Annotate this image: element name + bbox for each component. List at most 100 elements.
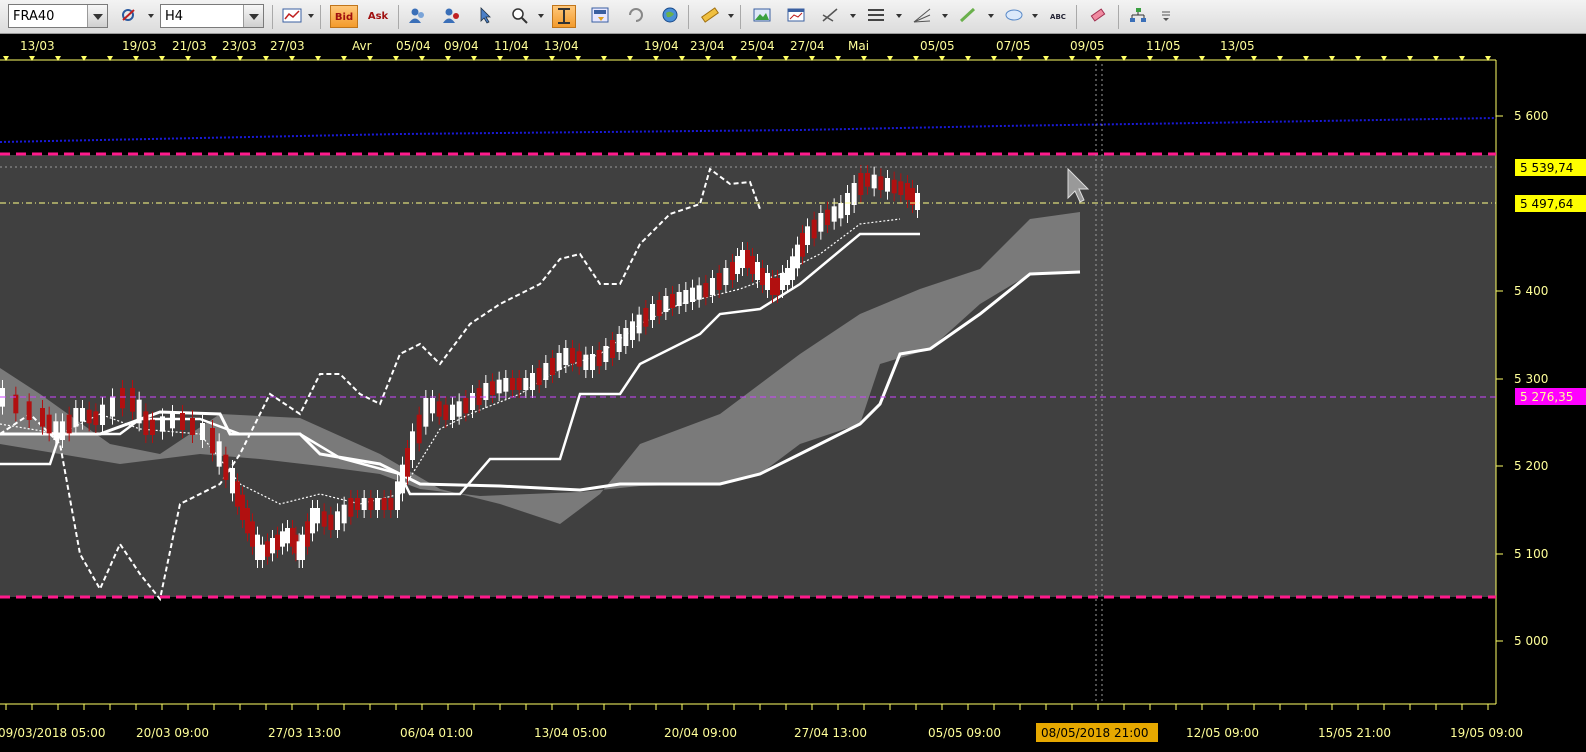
- candle-body: [891, 179, 897, 194]
- bottom-axis-label: 06/04 01:00: [400, 726, 473, 740]
- candle-body: [858, 173, 864, 195]
- candle-body: [210, 428, 215, 454]
- instrument-icon[interactable]: [118, 5, 142, 28]
- candle-body: [636, 314, 642, 334]
- candle-body: [381, 498, 387, 510]
- candle-body: [556, 353, 562, 370]
- hierarchy-icon[interactable]: [1126, 5, 1150, 28]
- candle-body: [26, 401, 32, 420]
- candle-body: [130, 388, 135, 412]
- candle-body: [341, 504, 347, 524]
- candle-body: [275, 534, 280, 550]
- timeframe-select[interactable]: H4: [160, 4, 264, 28]
- text-icon[interactable]: ABC: [1046, 5, 1070, 28]
- top-axis-label: 23/03: [222, 39, 257, 53]
- candle-body: [255, 534, 260, 560]
- save-icon[interactable]: [588, 5, 612, 28]
- chevron-down-icon[interactable]: [243, 5, 263, 27]
- candle-body: [46, 414, 52, 434]
- candle-body: [456, 401, 462, 417]
- pencil-icon[interactable]: [956, 5, 980, 28]
- eraser-icon[interactable]: [1086, 5, 1110, 28]
- candle-body: [818, 213, 824, 232]
- symbol-select[interactable]: FRA40: [8, 4, 108, 28]
- candle-body: [260, 544, 265, 560]
- candle-body: [683, 290, 689, 304]
- top-axis-label: 25/04: [740, 39, 775, 53]
- candle-body: [530, 373, 535, 390]
- price-chart[interactable]: 13/03 19/03 21/03 23/03 27/03 Avr 05/04 09/04 11…: [0, 34, 1586, 752]
- bottom-axis-label: 20/04 09:00: [664, 726, 737, 740]
- fan-icon[interactable]: [910, 5, 934, 28]
- users2-icon[interactable]: [440, 5, 464, 28]
- top-axis-label: 23/04: [690, 39, 725, 53]
- bid-button[interactable]: Bid: [330, 5, 358, 28]
- candle-body: [696, 285, 702, 300]
- candle-body: [825, 209, 830, 225]
- candle-body: [596, 350, 602, 366]
- bottom-axis-label: 12/05 09:00: [1186, 726, 1259, 740]
- ellipse-icon[interactable]: [1002, 5, 1026, 28]
- chevron-down-icon[interactable]: [988, 14, 994, 18]
- chevron-down-icon[interactable]: [728, 14, 734, 18]
- candle-body: [735, 256, 740, 274]
- more-icon[interactable]: [1158, 5, 1174, 28]
- users-icon[interactable]: [406, 5, 430, 28]
- candle-body: [223, 454, 229, 480]
- top-axis-label: 21/03: [172, 39, 207, 53]
- candle-body: [270, 538, 275, 554]
- candle-body: [690, 287, 695, 302]
- candle-body: [800, 233, 805, 257]
- candle-body: [831, 206, 837, 222]
- refresh-icon[interactable]: [624, 5, 648, 28]
- candle-body: [280, 531, 285, 547]
- last-price-tag: 5 497,64: [1515, 195, 1586, 212]
- image-icon[interactable]: [750, 5, 774, 28]
- chevron-down-icon[interactable]: [538, 14, 544, 18]
- top-axis-label: 11/05: [1146, 39, 1181, 53]
- chevron-down-icon[interactable]: [308, 14, 314, 18]
- chevron-down-icon[interactable]: [148, 14, 154, 18]
- candle-body: [240, 494, 245, 520]
- candle-body: [643, 308, 649, 327]
- bottom-axis-labels: 09/03/2018 05:00 20/03 09:00 27/03 13:00 06…: [0, 726, 1523, 740]
- resistance-tag-text: 5 539,74: [1520, 161, 1573, 175]
- globe-icon[interactable]: [658, 5, 682, 28]
- chevron-down-icon[interactable]: [1032, 14, 1038, 18]
- price-axis-label: 5 200: [1514, 459, 1548, 473]
- chevron-down-icon[interactable]: [896, 14, 902, 18]
- candle-body: [60, 421, 65, 440]
- autoscale-icon[interactable]: [552, 5, 576, 28]
- top-axis-label: 13/05: [1220, 39, 1255, 53]
- candle-body: [321, 511, 327, 527]
- window-icon[interactable]: [784, 5, 808, 28]
- candle-body: [368, 498, 374, 510]
- separator: [272, 5, 273, 29]
- candle-body: [150, 419, 155, 435]
- candle-body: [878, 176, 884, 190]
- candle-body: [216, 441, 222, 467]
- bottom-axis-label: 20/03 09:00: [136, 726, 209, 740]
- line-chart-icon[interactable]: [280, 5, 304, 28]
- candle-body: [570, 348, 575, 364]
- ask-button[interactable]: Ask: [364, 5, 392, 28]
- top-axis-label: 05/05: [920, 39, 955, 53]
- chevron-down-icon[interactable]: [850, 14, 856, 18]
- candle-body: [523, 378, 529, 390]
- candle-body: [93, 411, 99, 425]
- crosshair-tool-icon[interactable]: [818, 5, 842, 28]
- candle-body: [785, 268, 790, 285]
- price-axis-label: 5 400: [1514, 284, 1548, 298]
- ruler-icon[interactable]: [698, 5, 722, 28]
- support-tag: 5 276,35: [1515, 388, 1586, 405]
- symbol-value: FRA40: [13, 9, 55, 24]
- top-axis-label: 19/03: [122, 39, 157, 53]
- cursor-icon[interactable]: [474, 5, 498, 28]
- candle-body: [915, 193, 920, 210]
- zoom-icon[interactable]: [508, 5, 532, 28]
- candle-body: [400, 464, 405, 494]
- chevron-down-icon[interactable]: [942, 14, 948, 18]
- lines-icon[interactable]: [864, 5, 888, 28]
- top-axis-label: Mai: [848, 39, 869, 53]
- chevron-down-icon[interactable]: [87, 5, 107, 27]
